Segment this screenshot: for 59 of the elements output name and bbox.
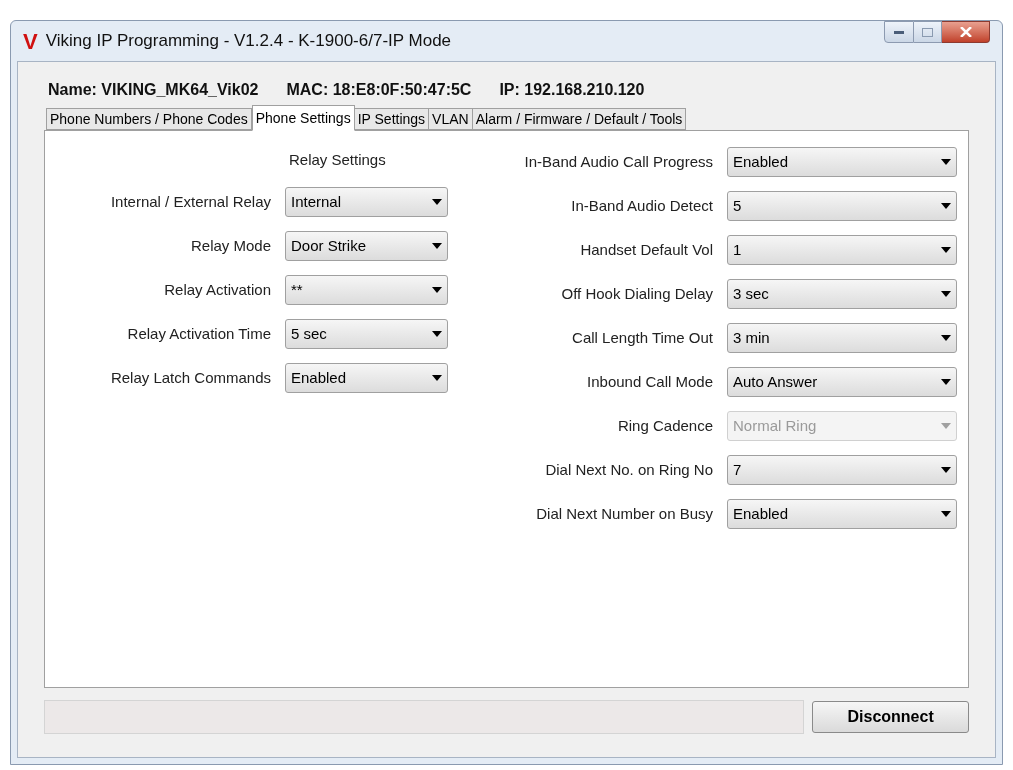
dropdown[interactable]: Internal	[285, 187, 448, 217]
field-label: Relay Activation	[163, 279, 271, 300]
caret-icon	[941, 423, 951, 429]
dropdown[interactable]: Enabled	[285, 363, 448, 393]
dropdown[interactable]: 3 sec	[727, 279, 957, 309]
window-title: Viking IP Programming - V1.2.4 - K-1900-6/7-IP Mode	[45, 30, 452, 53]
field-label: Handset Default Vol	[579, 239, 713, 260]
caret-icon	[432, 199, 442, 205]
caret-icon	[941, 159, 951, 165]
field-label: Relay Mode	[189, 235, 271, 256]
caret-icon	[941, 203, 951, 209]
field-label: Call Length Time Out	[571, 327, 713, 348]
caret-icon	[941, 247, 951, 253]
app-logo: V	[23, 27, 38, 56]
dropdown[interactable]: Enabled	[727, 147, 957, 177]
caret-icon	[432, 331, 442, 337]
close-button[interactable]	[942, 21, 990, 43]
caret-icon	[432, 375, 442, 381]
field-label: Inbound Call Mode	[586, 371, 713, 392]
caret-icon	[432, 287, 442, 293]
tab[interactable]: Alarm / Firmware / Default / Tools	[471, 108, 687, 130]
device-info: MAC: 18:E8:0F:50:47:5C	[286, 80, 472, 100]
field-label: In-Band Audio Call Progress	[523, 151, 713, 172]
close-icon	[959, 27, 972, 37]
minimize-icon	[894, 30, 904, 34]
field-label: Dial Next Number on Busy	[535, 503, 713, 524]
minimize-button[interactable]	[884, 21, 914, 43]
field-label: Dial Next No. on Ring No	[544, 459, 713, 480]
device-info: Name: VIKING_MK64_Vik02	[48, 80, 259, 100]
maximize-button[interactable]	[914, 21, 942, 43]
caret-icon	[941, 511, 951, 517]
field-label: Off Hook Dialing Delay	[560, 283, 713, 304]
tab[interactable]: Phone Settings	[251, 105, 355, 131]
device-info: IP: 192.168.210.120	[499, 80, 645, 100]
field-label: Relay Activation Time	[126, 323, 271, 344]
field-label: Relay Latch Commands	[109, 367, 271, 388]
disconnect-button[interactable]: Disconnect	[812, 701, 969, 733]
tab[interactable]: VLAN	[428, 108, 473, 130]
dropdown[interactable]: 1	[727, 235, 957, 265]
dropdown[interactable]: 3 min	[727, 323, 957, 353]
caret-icon	[941, 335, 951, 341]
dropdown[interactable]: 7	[727, 455, 957, 485]
dropdown[interactable]: Enabled	[727, 499, 957, 529]
field-label: Internal / External Relay	[109, 191, 271, 212]
dropdown[interactable]: 5	[727, 191, 957, 221]
field-label: Ring Cadence	[616, 415, 713, 436]
tab[interactable]: Phone Numbers / Phone Codes	[46, 108, 252, 130]
maximize-icon	[922, 27, 933, 37]
dropdown[interactable]: Auto Answer	[727, 367, 957, 397]
tab[interactable]: IP Settings	[353, 108, 430, 130]
dropdown[interactable]: 5 sec	[285, 319, 448, 349]
dropdown[interactable]: **	[285, 275, 448, 305]
caret-icon	[432, 243, 442, 249]
field-label: In-Band Audio Detect	[570, 195, 713, 216]
caret-icon	[941, 379, 951, 385]
caret-icon	[941, 467, 951, 473]
dropdown[interactable]: Door Strike	[285, 231, 448, 261]
caret-icon	[941, 291, 951, 297]
section-heading: Relay Settings	[289, 149, 386, 170]
